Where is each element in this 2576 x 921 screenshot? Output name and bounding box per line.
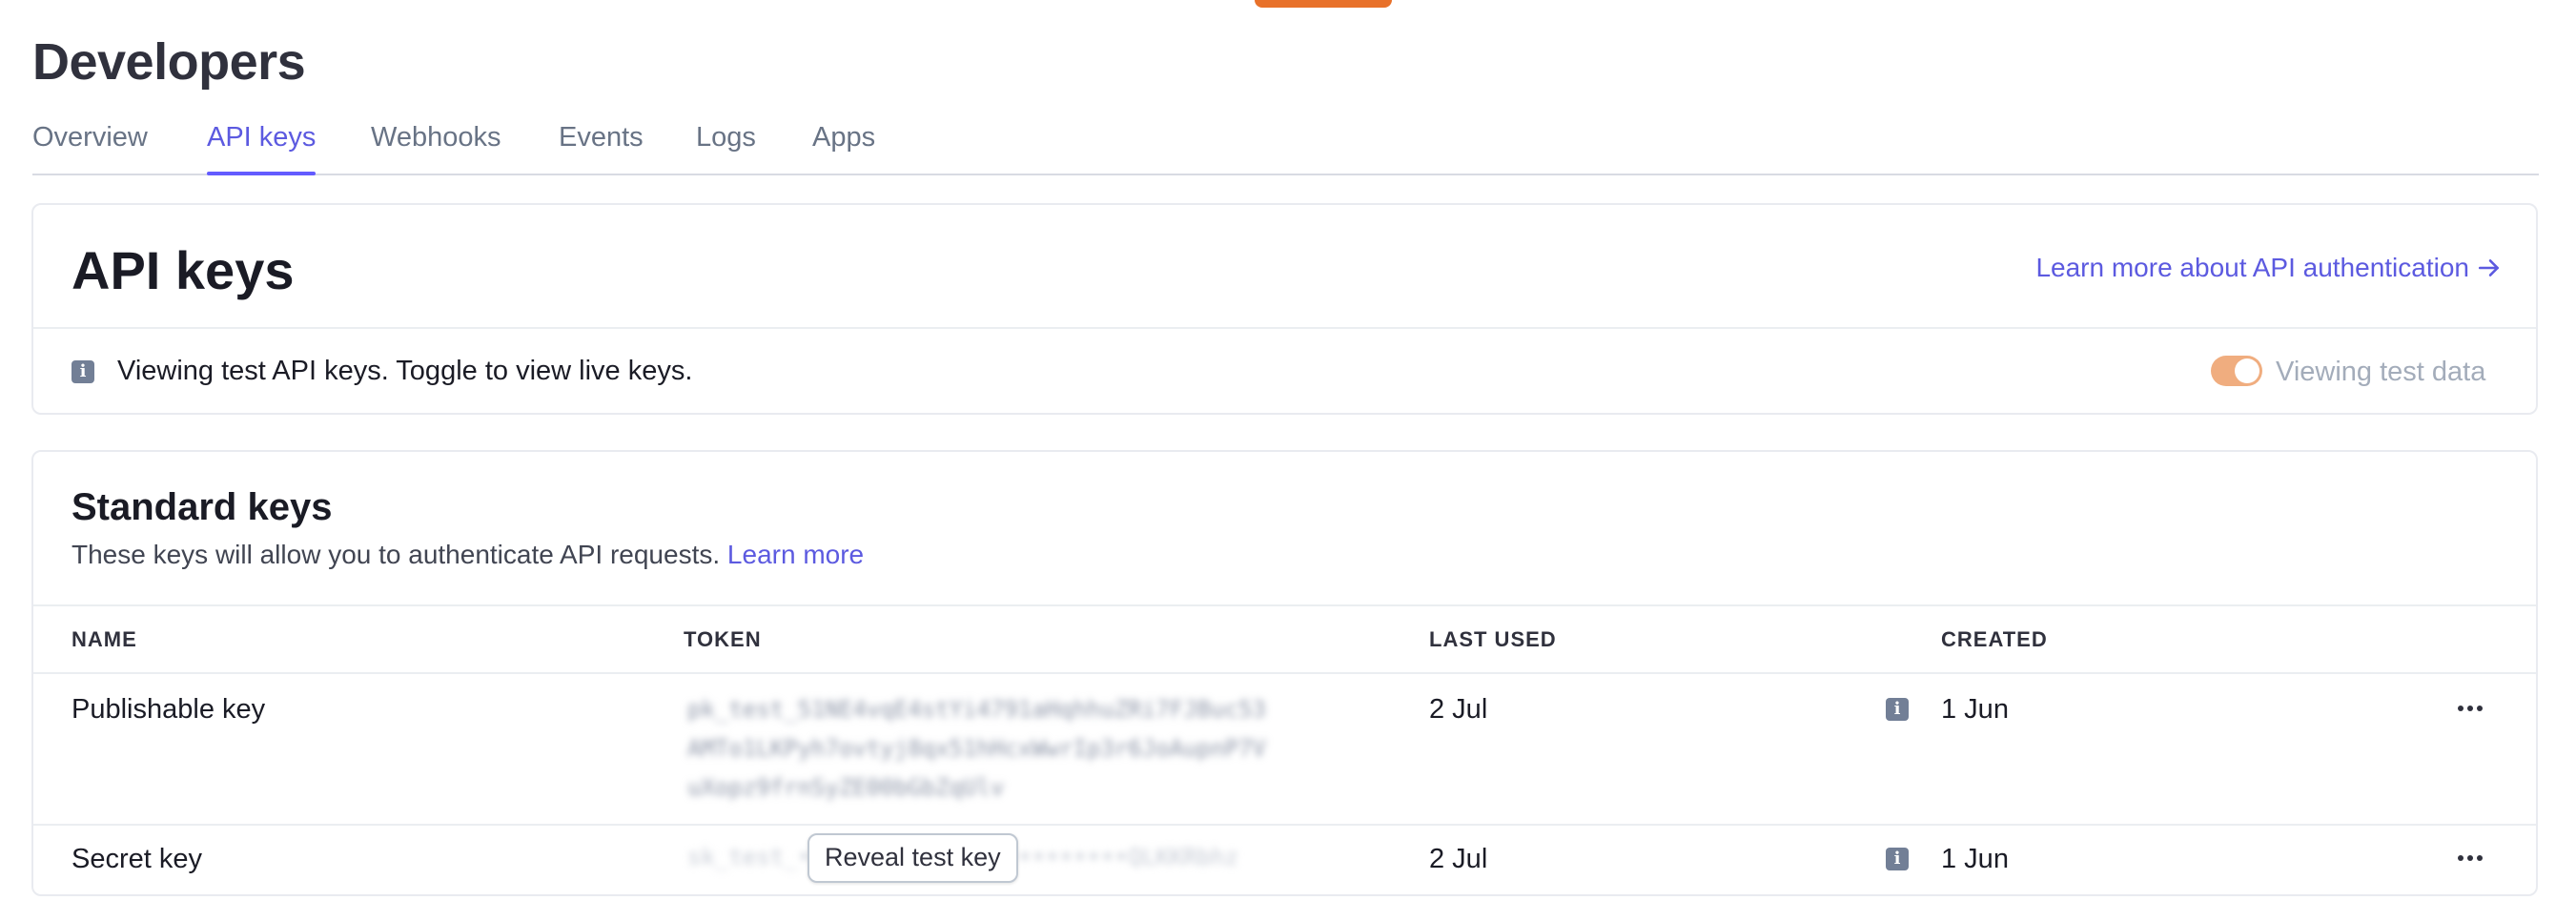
column-header-name: NAME (72, 627, 137, 651)
info-icon: i (72, 360, 94, 383)
page-title: Developers (32, 33, 306, 91)
row-actions-button[interactable] (2451, 694, 2489, 723)
row-divider (33, 672, 2536, 674)
standard-keys-card: Standard keys These keys will allow you … (31, 450, 2538, 896)
row-divider (33, 824, 2536, 826)
more-dot (2458, 855, 2464, 861)
description-text: These keys will allow you to authenticat… (72, 540, 721, 569)
api-keys-title: API keys (72, 240, 295, 300)
more-dot (2477, 706, 2483, 711)
arrow-right-icon (2478, 259, 2499, 276)
standard-keys-title: Standard keys (72, 486, 333, 528)
tab-bar: Overview API keys Webhooks Events Logs A… (32, 114, 2539, 175)
learn-api-auth-label: Learn more about API authentication (2035, 253, 2469, 282)
toggle-label: Viewing test data (2276, 357, 2486, 387)
test-keys-notice: Viewing test API keys. Toggle to view li… (117, 356, 693, 386)
created-date: 1 Jun (1941, 694, 2009, 725)
publishable-token-blurred: pk_test_51NE4vqE4stYi4791aHqhhuZRi7FJBuc… (687, 696, 1266, 801)
header-divider (33, 604, 2536, 606)
api-keys-card: API keys Learn more about API authentica… (31, 203, 2538, 415)
info-icon[interactable]: i (1886, 848, 1909, 870)
tab-api-keys[interactable]: API keys (207, 114, 317, 175)
created-date: 1 Jun (1941, 844, 2009, 874)
column-header-token: TOKEN (684, 627, 762, 651)
learn-api-auth-link[interactable]: Learn more about API authentication (2035, 253, 2502, 283)
last-used: 2 Jul (1429, 694, 1488, 725)
tab-apps[interactable]: Apps (812, 114, 875, 174)
column-header-created: CREATED (1941, 627, 2048, 651)
key-name: Publishable key (72, 694, 266, 725)
more-dot (2467, 706, 2473, 711)
tab-overview[interactable]: Overview (32, 114, 148, 174)
test-mode-badge (1255, 0, 1392, 8)
last-used: 2 Jul (1429, 844, 1488, 874)
key-name: Secret key (72, 844, 202, 874)
tab-logs[interactable]: Logs (696, 114, 756, 174)
test-data-toggle[interactable] (2211, 356, 2262, 386)
tab-events[interactable]: Events (559, 114, 644, 174)
learn-more-link[interactable]: Learn more (727, 540, 864, 569)
more-dot (2467, 855, 2473, 861)
reveal-test-key-button[interactable]: Reveal test key (808, 833, 1018, 883)
card-divider (33, 327, 2536, 329)
row-actions-button[interactable] (2451, 844, 2489, 872)
standard-keys-description: These keys will allow you to authenticat… (72, 540, 864, 570)
column-header-last-used: LAST USED (1429, 627, 1557, 651)
tab-webhooks[interactable]: Webhooks (371, 114, 501, 174)
more-dot (2458, 706, 2464, 711)
more-dot (2477, 855, 2483, 861)
info-icon[interactable]: i (1886, 698, 1909, 721)
